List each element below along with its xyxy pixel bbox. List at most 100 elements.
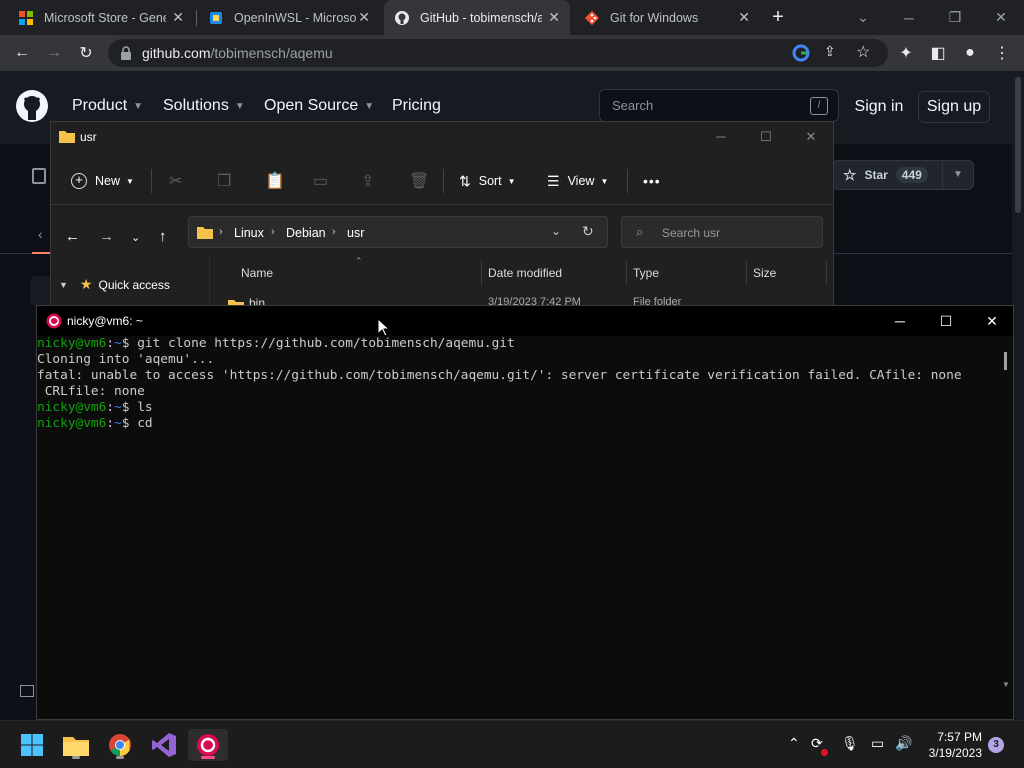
breadcrumb-usr[interactable]: usr [347, 226, 364, 240]
paste-icon[interactable]: 📋 [265, 171, 285, 191]
column-divider [626, 261, 627, 285]
new-button[interactable]: + New ▼ [71, 171, 134, 191]
column-header-type[interactable]: Type [633, 266, 659, 280]
recent-locations-icon[interactable]: ⌄ [131, 231, 140, 244]
terminal-scrollbar[interactable]: ▼ [999, 336, 1013, 720]
maximize-icon[interactable]: ☐ [923, 306, 969, 336]
back-arrow-icon[interactable]: ← [65, 228, 80, 245]
tab-microsoft-store[interactable]: Microsoft Store - Gene ✕ [8, 0, 194, 35]
tab-git-for-windows[interactable]: Git for Windows ✕ [574, 0, 760, 35]
share-icon[interactable]: ⇪ [361, 171, 374, 191]
nav-solutions[interactable]: Solutions ▼ [163, 97, 245, 115]
back-arrow-icon[interactable]: ← [10, 41, 34, 65]
taskbar-file-explorer[interactable] [60, 729, 92, 761]
chevron-down-icon: ▼ [364, 100, 375, 112]
address-bar[interactable]: github.com/tobimensch/aqemu ⇪ ☆ [108, 39, 888, 67]
taskbar-debian-terminal[interactable] [188, 729, 228, 761]
minimize-icon[interactable]: ─ [886, 0, 932, 35]
column-header-size[interactable]: Size [753, 266, 776, 280]
chevron-down-icon[interactable]: ⌄ [551, 224, 561, 238]
minimize-icon[interactable]: ─ [701, 126, 741, 148]
breadcrumb-linux[interactable]: Linux [234, 226, 264, 240]
command-bar: + New ▼ ✂ ❐ 📋 ▭ ⇪ 🗑 ⇅ Sort ▼ ☰ View ▼ ••… [51, 157, 833, 205]
tab-label: OpenInWSL - Microsoft [234, 10, 356, 25]
sidebar-edge [30, 276, 50, 306]
bookmark-star-icon[interactable]: ☆ [856, 42, 870, 62]
volume-icon[interactable]: 🔊 [895, 735, 912, 752]
github-search-input[interactable]: Search / [599, 89, 839, 122]
rename-icon[interactable]: ▭ [313, 171, 328, 191]
reload-icon[interactable]: ↻ [74, 41, 98, 65]
close-window-icon[interactable]: ✕ [978, 0, 1024, 35]
microsoft-store-icon [19, 10, 33, 25]
up-arrow-icon[interactable]: ↑ [159, 228, 167, 245]
scrollbar-thumb[interactable] [1004, 352, 1007, 370]
new-tab-button[interactable]: + [768, 6, 788, 28]
close-icon[interactable]: ✕ [738, 9, 750, 26]
forward-arrow-icon[interactable]: → [42, 41, 66, 65]
profile-icon[interactable]: ● [958, 41, 982, 65]
github-logo-icon[interactable] [16, 90, 48, 122]
microphone-icon[interactable]: 🎙 [841, 735, 859, 752]
cut-icon[interactable]: ✂ [169, 171, 182, 191]
breadcrumb-debian[interactable]: Debian [286, 226, 326, 240]
close-icon[interactable]: ✕ [172, 9, 184, 26]
tab-scroll-left-icon[interactable]: ‹ [38, 226, 43, 242]
nav-label: Pricing [392, 97, 441, 114]
extensions-icon[interactable]: ✦ [894, 41, 918, 65]
minimize-icon[interactable]: ─ [877, 306, 923, 336]
explorer-address-bar[interactable]: › Linux › Debian › usr ⌄ ↻ [188, 216, 608, 248]
menu-kebab-icon[interactable]: ⋮ [990, 41, 1014, 65]
share-icon[interactable]: ⇪ [824, 43, 836, 60]
chevron-right-icon: › [271, 226, 275, 238]
scroll-down-arrow-icon[interactable]: ▼ [1002, 680, 1010, 689]
view-button[interactable]: ☰ View ▼ [547, 171, 608, 191]
column-header-name[interactable]: Name [241, 266, 273, 280]
close-icon[interactable]: ✕ [791, 126, 831, 148]
start-button[interactable] [16, 729, 48, 761]
quick-access-item[interactable]: ▼ ★ Quick access [59, 276, 170, 293]
close-icon[interactable]: ✕ [548, 9, 560, 26]
nav-open-source[interactable]: Open Source ▼ [264, 97, 374, 115]
terminal-output[interactable]: nicky@vm6:~$ git clone https://github.co… [37, 336, 999, 720]
side-panel-icon[interactable]: ◧ [926, 41, 950, 65]
prompt-path: ~ [114, 336, 122, 351]
system-clock[interactable]: 7:57 PM 3/19/2023 [918, 729, 982, 761]
scrollbar-thumb[interactable] [1015, 77, 1021, 213]
tab-github[interactable]: GitHub - tobimensch/a ✕ [384, 0, 570, 35]
display-icon[interactable]: ▭ [871, 735, 884, 752]
forward-arrow-icon[interactable]: → [99, 228, 114, 245]
refresh-icon[interactable]: ↻ [582, 223, 594, 240]
chevron-down-icon: ▼ [234, 100, 245, 112]
sign-up-button[interactable]: Sign up [918, 91, 990, 123]
sort-button[interactable]: ⇅ Sort ▼ [459, 171, 516, 191]
github-icon [395, 10, 409, 25]
delete-icon[interactable]: 🗑 [409, 171, 429, 191]
chrome-icon [109, 734, 131, 756]
taskbar-chrome[interactable] [104, 729, 136, 761]
show-hidden-icons-chevron-icon[interactable]: ⌃ [788, 735, 800, 752]
command-divider [627, 169, 628, 193]
tab-search-icon[interactable]: ⌄ [840, 0, 886, 35]
tab-openinwsl[interactable]: OpenInWSL - Microsoft ✕ [198, 0, 380, 35]
more-options-button[interactable]: ••• [643, 171, 661, 191]
output-text: Cloning into 'aqemu'... [37, 352, 215, 367]
nav-pricing[interactable]: Pricing [392, 97, 441, 115]
lock-icon[interactable] [120, 46, 132, 60]
column-header-date[interactable]: Date modified [488, 266, 562, 280]
taskbar-visual-studio[interactable] [148, 729, 180, 761]
notification-count-badge[interactable]: 3 [988, 737, 1004, 753]
maximize-icon[interactable]: ☐ [746, 126, 786, 148]
chevron-down-icon[interactable]: ▼ [59, 280, 68, 290]
prompt-separator: : [106, 336, 115, 351]
restore-icon[interactable]: ❐ [932, 0, 978, 35]
view-label: View [567, 174, 595, 188]
star-dropdown-button[interactable]: ▼ [942, 160, 974, 190]
close-icon[interactable]: ✕ [969, 306, 1015, 336]
explorer-search-input[interactable]: ⌕ Search usr [621, 216, 823, 248]
close-icon[interactable]: ✕ [358, 9, 370, 26]
google-lens-icon[interactable] [792, 44, 810, 62]
nav-product[interactable]: Product ▼ [72, 97, 143, 115]
sign-in-button[interactable]: Sign in [850, 91, 908, 123]
copy-icon[interactable]: ❐ [217, 171, 231, 191]
